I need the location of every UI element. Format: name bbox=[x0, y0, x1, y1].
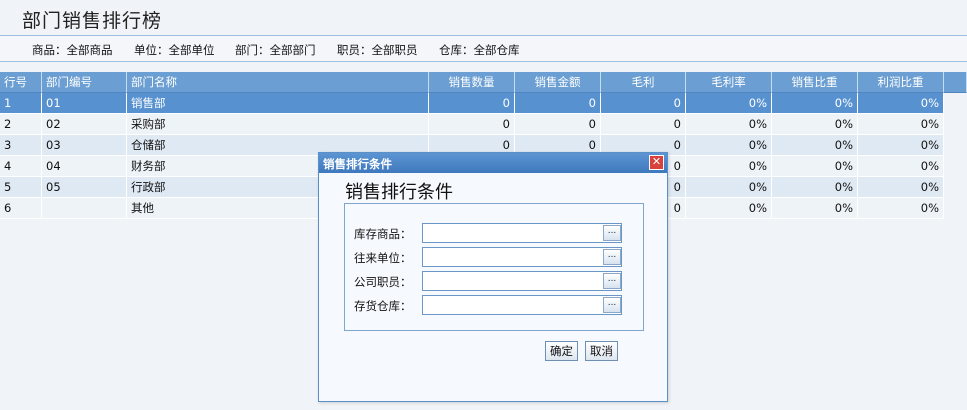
cell-dept-code bbox=[42, 198, 127, 219]
row-filler bbox=[944, 156, 967, 177]
cell-gross-profit: 0 bbox=[601, 93, 686, 114]
column-header-margin[interactable]: 毛利率 bbox=[686, 72, 772, 93]
employee-browse-button[interactable]: ... bbox=[603, 273, 621, 289]
cell-row-number: 6 bbox=[0, 198, 42, 219]
cell-dept-name: 销售部 bbox=[127, 93, 429, 114]
column-header-dept-name[interactable]: 部门名称 bbox=[127, 72, 429, 93]
cell-sales-share: 0% bbox=[772, 156, 858, 177]
column-header-row-no[interactable]: 行号 bbox=[0, 72, 42, 93]
row-filler bbox=[944, 93, 967, 114]
warehouse-label: 存货仓库： bbox=[354, 299, 412, 313]
cell-dept-code: 02 bbox=[42, 114, 127, 135]
cell-profit-share: 0% bbox=[858, 156, 944, 177]
product-browse-button[interactable]: ... bbox=[603, 225, 621, 241]
cell-row-number: 1 bbox=[0, 93, 42, 114]
dialog-title: 销售排行条件 bbox=[323, 157, 392, 171]
column-header-sales-amount[interactable]: 销售金额 bbox=[515, 72, 601, 93]
employee-input[interactable] bbox=[422, 271, 622, 291]
row-filler bbox=[944, 135, 967, 156]
column-header-gross-profit[interactable]: 毛利 bbox=[601, 72, 686, 93]
sales-ranking-dialog: 销售排行条件 ✕ 销售排行条件 库存商品： ... 往来单位： ... 公司职员… bbox=[318, 152, 668, 402]
row-filler bbox=[944, 198, 967, 219]
table-header: 行号 部门编号 部门名称 销售数量 销售金额 毛利 毛利率 销售比重 利润比重 bbox=[0, 72, 967, 93]
cell-margin: 0% bbox=[686, 177, 772, 198]
customer-label: 往来单位： bbox=[354, 251, 412, 265]
warehouse-input[interactable] bbox=[422, 295, 622, 315]
row-filler bbox=[944, 114, 967, 135]
filter-department: 部门：全部部门 bbox=[235, 43, 316, 57]
cell-dept-code: 03 bbox=[42, 135, 127, 156]
cell-profit-share: 0% bbox=[858, 135, 944, 156]
row-filler bbox=[944, 177, 967, 198]
cell-row-number: 3 bbox=[0, 135, 42, 156]
employee-label: 公司职员： bbox=[354, 275, 412, 289]
cell-margin: 0% bbox=[686, 114, 772, 135]
customer-browse-button[interactable]: ... bbox=[603, 249, 621, 265]
condition-panel: 库存商品： ... 往来单位： ... 公司职员： ... 存货仓库： ... bbox=[344, 203, 644, 331]
cell-sales-qty: 0 bbox=[429, 114, 515, 135]
cell-dept-name: 采购部 bbox=[127, 114, 429, 135]
column-header-sales-qty[interactable]: 销售数量 bbox=[429, 72, 515, 93]
column-header-profit-share[interactable]: 利润比重 bbox=[858, 72, 944, 93]
page-title: 部门销售排行榜 bbox=[22, 10, 163, 32]
column-header-dept-code[interactable]: 部门编号 bbox=[42, 72, 127, 93]
table-row[interactable]: 2 02 采购部 0 0 0 0% 0% 0% bbox=[0, 114, 967, 135]
cell-margin: 0% bbox=[686, 93, 772, 114]
cell-margin: 0% bbox=[686, 156, 772, 177]
column-header-sales-share[interactable]: 销售比重 bbox=[772, 72, 858, 93]
customer-input[interactable] bbox=[422, 247, 622, 267]
cell-dept-code: 01 bbox=[42, 93, 127, 114]
filter-employee: 职员：全部职员 bbox=[337, 43, 418, 57]
filter-product: 商品：全部商品 bbox=[32, 43, 113, 57]
cell-row-number: 4 bbox=[0, 156, 42, 177]
cell-sales-share: 0% bbox=[772, 177, 858, 198]
cell-dept-code: 04 bbox=[42, 156, 127, 177]
product-label: 库存商品： bbox=[354, 227, 412, 241]
warehouse-browse-button[interactable]: ... bbox=[603, 297, 621, 313]
cancel-button[interactable]: 取消 bbox=[585, 341, 618, 361]
cell-sales-share: 0% bbox=[772, 135, 858, 156]
cell-profit-share: 0% bbox=[858, 93, 944, 114]
cell-profit-share: 0% bbox=[858, 198, 944, 219]
filter-unit: 单位：全部单位 bbox=[134, 43, 215, 57]
cell-margin: 0% bbox=[686, 135, 772, 156]
column-header-filler bbox=[944, 72, 967, 93]
cell-row-number: 2 bbox=[0, 114, 42, 135]
close-icon[interactable]: ✕ bbox=[649, 155, 664, 170]
cell-sales-share: 0% bbox=[772, 198, 858, 219]
cell-sales-amount: 0 bbox=[515, 114, 601, 135]
filter-bar: 商品：全部商品 单位：全部单位 部门：全部部门 职员：全部职员 仓库：全部仓库 bbox=[0, 36, 967, 62]
cell-row-number: 5 bbox=[0, 177, 42, 198]
cell-sales-share: 0% bbox=[772, 93, 858, 114]
filter-warehouse: 仓库：全部仓库 bbox=[439, 43, 520, 57]
cell-gross-profit: 0 bbox=[601, 114, 686, 135]
ok-button[interactable]: 确定 bbox=[545, 341, 578, 361]
product-input[interactable] bbox=[422, 223, 622, 243]
dialog-titlebar[interactable]: 销售排行条件 ✕ bbox=[319, 153, 667, 173]
cell-margin: 0% bbox=[686, 198, 772, 219]
cell-sales-share: 0% bbox=[772, 114, 858, 135]
table-row[interactable]: 1 01 销售部 0 0 0 0% 0% 0% bbox=[0, 93, 967, 114]
cell-sales-qty: 0 bbox=[429, 93, 515, 114]
cell-sales-amount: 0 bbox=[515, 93, 601, 114]
cell-dept-code: 05 bbox=[42, 177, 127, 198]
cell-profit-share: 0% bbox=[858, 114, 944, 135]
cell-profit-share: 0% bbox=[858, 177, 944, 198]
dialog-heading: 销售排行条件 bbox=[345, 182, 453, 203]
